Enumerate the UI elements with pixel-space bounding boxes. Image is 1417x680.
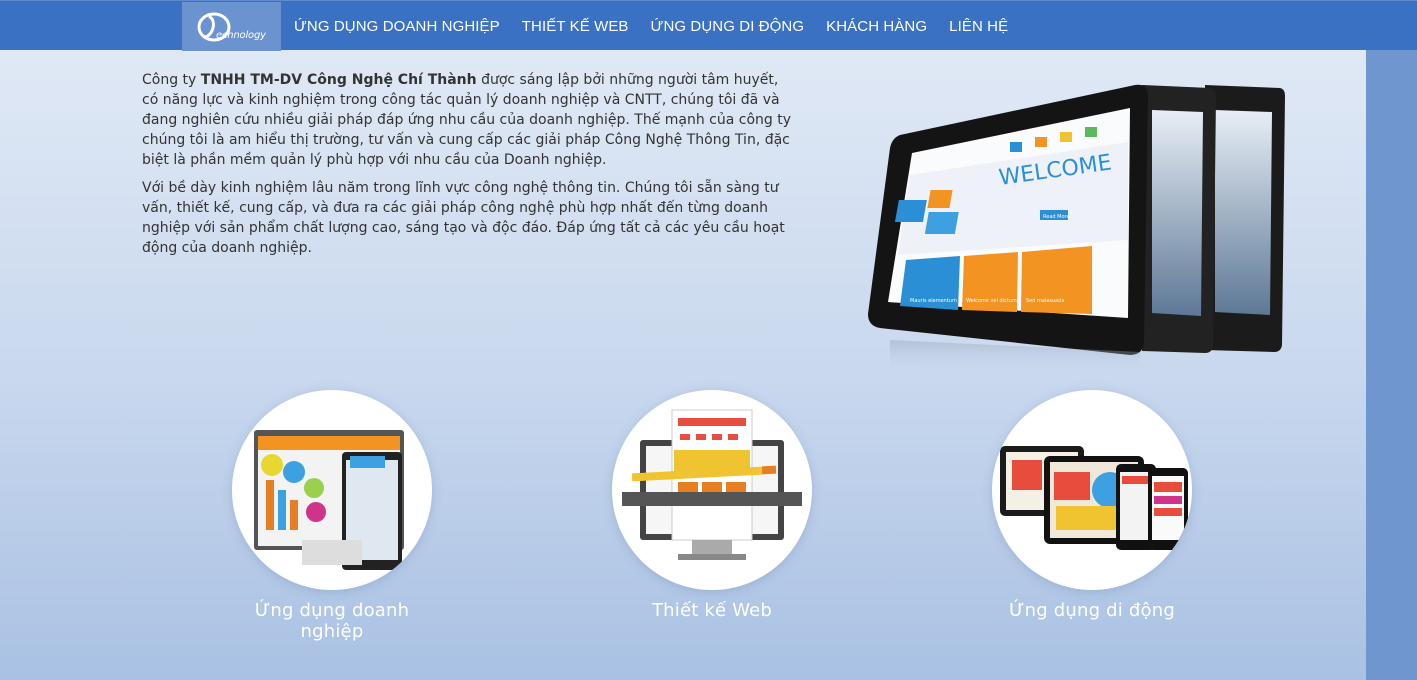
services-section: Ứng dụng doanh nghiệp Thiết kế Web Ứng d… — [0, 388, 1417, 648]
intro-p1-prefix: Công ty — [142, 72, 201, 88]
enterprise-apps-icon — [254, 430, 404, 570]
service-label-enterprise: Ứng dụng doanh nghiệp — [254, 600, 410, 642]
mobile-apps-icon — [1000, 446, 1188, 550]
intro-paragraph-1: Công ty TNHH TM-DV Công Nghệ Chí Thành đ… — [142, 70, 792, 170]
nav-ung-dung-doanh-nghiep[interactable]: ỨNG DỤNG DOANH NGHIỆP — [283, 18, 511, 35]
read-more-text: Read More — [1043, 214, 1070, 220]
company-name: TNHH TM-DV Công Nghệ Chí Thành — [200, 72, 477, 88]
intro-section: Công ty TNHH TM-DV Công Nghệ Chí Thành đ… — [142, 70, 792, 266]
main-menu: ỨNG DỤNG DOANH NGHIỆP THIẾT KẾ WEB ỨNG D… — [283, 1, 1019, 51]
nav-ung-dung-di-dong[interactable]: ỨNG DỤNG DI ĐỘNG — [640, 18, 816, 35]
service-thiet-ke-web[interactable]: Thiết kế Web — [592, 390, 832, 621]
tablets-illustration: WELCOME Read More Mauris elementum Welco… — [868, 84, 1285, 375]
tile1-text: Mauris elementum — [910, 298, 957, 304]
service-circle-enterprise[interactable] — [232, 390, 432, 590]
top-navbar: echnology ỨNG DỤNG DOANH NGHIỆP THIẾT KẾ… — [0, 0, 1417, 51]
nav-thiet-ke-web[interactable]: THIẾT KẾ WEB — [511, 18, 640, 35]
hero-tablets-image: WELCOME Read More Mauris elementum Welco… — [860, 80, 1290, 380]
service-label-web: Thiết kế Web — [651, 600, 773, 621]
nav-khach-hang[interactable]: KHÁCH HÀNG — [815, 18, 938, 35]
logo-text: echnology — [216, 30, 266, 41]
service-ung-dung-di-dong[interactable]: Ứng dụng di động — [972, 390, 1212, 621]
tile3-text: Sed malesuada — [1026, 298, 1065, 304]
intro-paragraph-2: Với bề dày kinh nghiệm lâu năm trong lĩn… — [142, 180, 785, 256]
service-label-mobile: Ứng dụng di động — [1008, 600, 1175, 621]
company-logo[interactable]: echnology — [182, 2, 281, 51]
web-design-icon — [622, 409, 802, 560]
service-circle-mobile[interactable] — [992, 390, 1192, 590]
service-circle-web[interactable] — [612, 390, 812, 590]
nav-lien-he[interactable]: LIÊN HỆ — [938, 18, 1019, 35]
tile2-text: Welcome vel dictum — [966, 298, 1017, 304]
service-ung-dung-doanh-nghiep[interactable]: Ứng dụng doanh nghiệp — [212, 390, 452, 642]
